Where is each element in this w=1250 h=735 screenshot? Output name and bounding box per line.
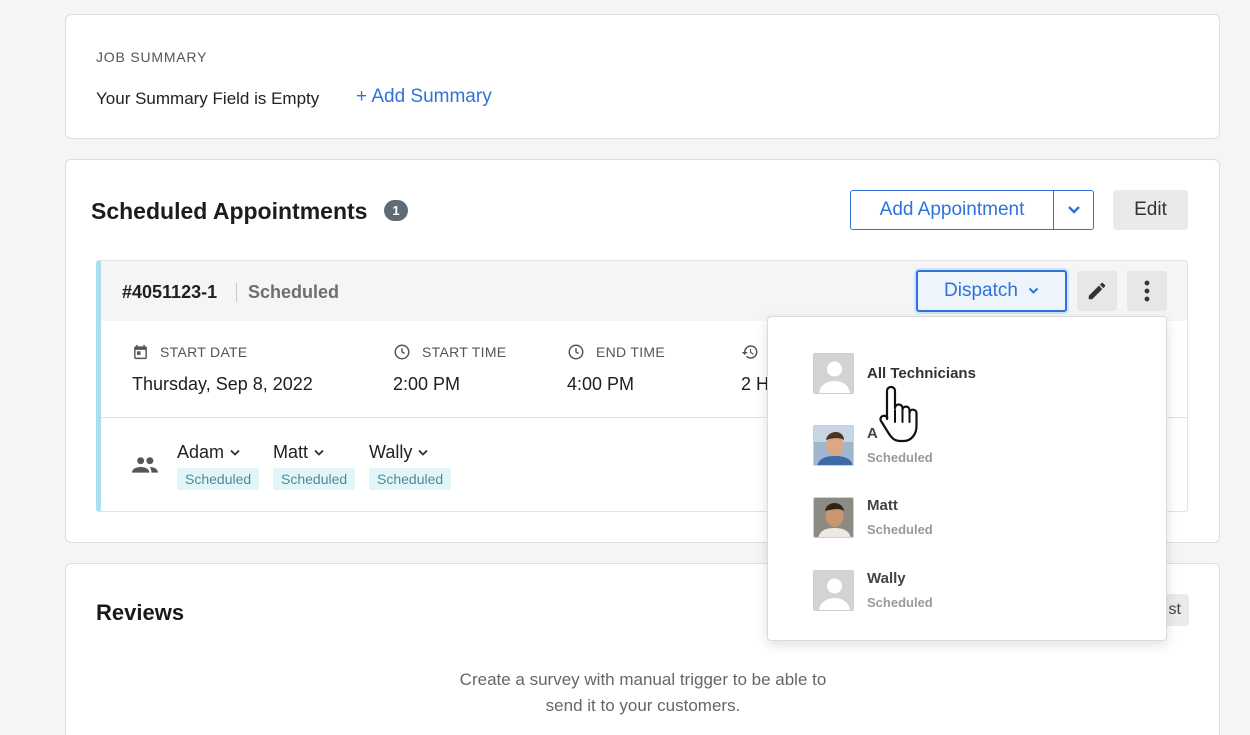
chevron-down-icon [418,449,428,456]
history-icon [741,345,758,359]
divider [236,283,237,302]
end-time-label-text: END TIME [596,344,666,360]
avatar [813,424,854,466]
technician-name: Matt [273,442,309,462]
pencil-icon [1088,282,1106,300]
end-time-value: 4:00 PM [567,374,635,394]
hand-cursor-icon [879,385,918,443]
technician-name-dropdown[interactable]: Matt [273,442,355,463]
end-time-label: END TIME [567,343,665,361]
duration-label [741,343,770,361]
technician-status-badge: Scheduled [273,468,356,490]
start-date-label: START DATE [132,343,248,361]
avatar-placeholder [813,352,854,394]
start-time-value: 2:00 PM [393,374,461,394]
edit-appointments-button[interactable]: Edit [1113,190,1188,230]
calendar-icon [134,344,147,360]
dispatch-option-status: Scheduled [867,595,933,610]
dispatch-dropdown-menu: All Technicians A Scheduled Matt Schedul… [767,316,1167,641]
reviews-title: Reviews [96,600,185,625]
dispatch-option-matt[interactable]: Matt Scheduled [813,495,933,539]
technician-name: Adam [177,442,225,462]
job-summary-heading: JOB SUMMARY [96,49,208,65]
start-date-value: Thursday, Sep 8, 2022 [132,374,313,394]
appointments-count-badge: 1 [384,200,408,221]
edit-appointment-button[interactable] [1077,271,1117,311]
avatar [813,496,854,538]
dispatch-button-label: Dispatch [944,280,1018,301]
chevron-down-icon [230,449,240,456]
appointments-title: Scheduled Appointments [91,198,368,224]
dispatch-option-wally[interactable]: Wally Scheduled [813,568,933,612]
technician-wally: Wally Scheduled [369,442,452,490]
appointment-row-header: #4051123-1 Scheduled Dispatch [101,261,1187,321]
add-summary-link[interactable]: + Add Summary [356,86,492,108]
chevron-down-icon [1028,287,1039,294]
dispatch-option-status: Scheduled [867,450,933,465]
job-summary-empty-text: Your Summary Field is Empty [96,89,320,108]
chevron-down-icon [314,449,324,456]
technician-status-badge: Scheduled [177,468,260,490]
appointment-id: #4051123-1 [122,282,218,302]
technician-name-dropdown[interactable]: Adam [177,442,259,463]
more-vertical-icon [1144,280,1150,302]
clock-icon [568,344,584,360]
technician-name: Wally [369,442,413,462]
dispatch-option-name: Wally [867,570,906,587]
people-icon [132,457,158,473]
chevron-down-icon [1067,206,1080,214]
dispatch-option-status: Scheduled [867,522,933,537]
add-appointment-split-button: Add Appointment [850,190,1094,230]
technician-status-badge: Scheduled [369,468,452,490]
reviews-message-line-1: Create a survey with manual trigger to b… [459,670,827,689]
job-summary-card: JOB SUMMARY Your Summary Field is Empty … [65,14,1220,139]
technician-matt: Matt Scheduled [273,442,356,490]
more-options-button[interactable] [1127,271,1167,311]
add-appointment-menu-toggle[interactable] [1054,191,1093,229]
dispatch-option-name: Matt [867,497,898,514]
start-time-label: START TIME [393,343,506,361]
dispatch-option-name: All Technicians [867,364,976,382]
reviews-empty-message: Create a survey with manual trigger to b… [436,667,850,719]
start-date-label-text: START DATE [160,344,248,360]
avatar-placeholder [813,569,854,611]
clock-icon [394,344,410,360]
duration-value: 2 H [741,374,770,394]
add-appointment-button[interactable]: Add Appointment [851,191,1054,229]
technician-adam: Adam Scheduled [177,442,260,490]
appointment-status: Scheduled [248,282,340,302]
reviews-message-line-2: send it to your customers. [545,696,741,715]
dispatch-button[interactable]: Dispatch [916,270,1067,312]
start-time-label-text: START TIME [422,344,507,360]
technician-name-dropdown[interactable]: Wally [369,442,451,463]
